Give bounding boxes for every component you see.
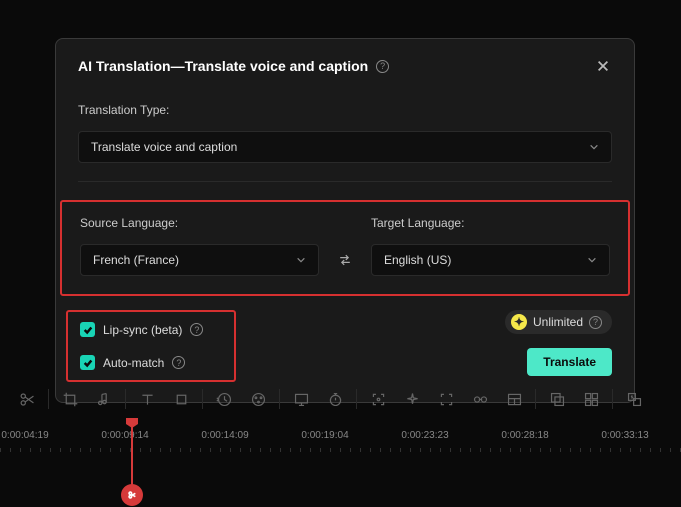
timeline[interactable]: 0:00:04:19 0:00:09:14 0:00:14:09 0:00:19:04… [0, 430, 681, 507]
grid-icon [583, 391, 600, 408]
timer-tool[interactable] [318, 385, 352, 413]
ai-translation-dialog: AI Translation—Translate voice and capti… [55, 38, 635, 403]
auto-match-checkbox[interactable] [80, 355, 95, 370]
separator [48, 389, 49, 409]
checkmark-icon [83, 358, 93, 368]
lip-sync-checkbox-row[interactable]: Lip-sync (beta) ? [80, 322, 222, 337]
ruler-label: 0:00:28:18 [501, 430, 548, 441]
scissors-tool[interactable] [10, 385, 44, 413]
separator [202, 389, 203, 409]
translate-button[interactable]: Translate [527, 348, 612, 376]
crop-icon [62, 391, 79, 408]
color-tool[interactable] [241, 385, 275, 413]
divider [78, 181, 612, 182]
source-language-label: Source Language: [80, 216, 319, 230]
text-icon [139, 391, 156, 408]
swap-languages-button[interactable] [333, 244, 357, 276]
focus-tool[interactable] [361, 385, 395, 413]
audio-tool[interactable] [87, 385, 121, 413]
swap-icon [337, 252, 353, 268]
text-tool[interactable] [130, 385, 164, 413]
dialog-title-wrap: AI Translation—Translate voice and capti… [78, 58, 389, 74]
scissors-icon [127, 490, 137, 500]
ruler-label: 0:00:09:14 [101, 430, 148, 441]
chevron-down-icon [587, 255, 597, 265]
history-icon [216, 391, 233, 408]
right-actions: ✦ Unlimited ? Translate [505, 310, 612, 376]
checkmark-icon [83, 325, 93, 335]
separator [535, 389, 536, 409]
stop-tool[interactable] [164, 385, 198, 413]
ruler-label: 0:00:19:04 [301, 430, 348, 441]
timeline-toolbar [0, 382, 681, 416]
crop-tool[interactable] [53, 385, 87, 413]
timeline-ruler[interactable]: 0:00:04:19 0:00:09:14 0:00:14:09 0:00:19:04… [0, 430, 681, 460]
dialog-title: AI Translation—Translate voice and capti… [78, 58, 368, 74]
help-icon[interactable]: ? [589, 316, 602, 329]
focus-icon [370, 391, 387, 408]
close-icon [596, 59, 610, 73]
help-icon[interactable]: ? [190, 323, 203, 336]
separator [356, 389, 357, 409]
source-language-column: Source Language: French (France) [80, 216, 319, 276]
target-language-column: Target Language: English (US) [371, 216, 610, 276]
lip-sync-checkbox[interactable] [80, 322, 95, 337]
ruler-label: 0:00:14:09 [201, 430, 248, 441]
unlimited-label: Unlimited [533, 315, 583, 329]
chevron-down-icon [589, 142, 599, 152]
ruler-label: 0:00:04:19 [1, 430, 48, 441]
target-language-value: English (US) [384, 253, 451, 267]
palette-icon [250, 391, 267, 408]
playhead[interactable] [131, 420, 133, 500]
translation-type-select[interactable]: Translate voice and caption [78, 131, 612, 163]
screen-tool[interactable] [284, 385, 318, 413]
target-language-select[interactable]: English (US) [371, 244, 610, 276]
music-note-icon [96, 391, 113, 408]
lip-sync-label: Lip-sync (beta) [103, 323, 182, 337]
chevron-down-icon [296, 255, 306, 265]
options-highlight: Lip-sync (beta) ? Auto-match ? [66, 310, 236, 382]
sparkle-icon [404, 391, 421, 408]
expand-icon [438, 391, 455, 408]
translate-icon [626, 391, 643, 408]
layers-icon [549, 391, 566, 408]
translate-tool[interactable] [617, 385, 651, 413]
history-tool[interactable] [207, 385, 241, 413]
grid-tool[interactable] [574, 385, 608, 413]
source-language-select[interactable]: French (France) [80, 244, 319, 276]
separator [125, 389, 126, 409]
ruler-ticks [0, 448, 681, 458]
translation-type-value: Translate voice and caption [91, 140, 237, 154]
ruler-label: 0:00:23:23 [401, 430, 448, 441]
help-icon[interactable]: ? [172, 356, 185, 369]
auto-match-checkbox-row[interactable]: Auto-match ? [80, 355, 222, 370]
options-row: Lip-sync (beta) ? Auto-match ? ✦ Unlimit… [78, 310, 612, 382]
layout-icon [506, 391, 523, 408]
unlimited-badge[interactable]: ✦ Unlimited ? [505, 310, 612, 334]
auto-match-label: Auto-match [103, 356, 164, 370]
separator [279, 389, 280, 409]
playhead-handle[interactable] [121, 484, 143, 506]
layers-tool[interactable] [540, 385, 574, 413]
language-section-highlight: Source Language: French (France) Target … [60, 200, 630, 296]
monitor-icon [293, 391, 310, 408]
separator [612, 389, 613, 409]
close-button[interactable] [594, 57, 612, 75]
language-row: Source Language: French (France) Target … [80, 216, 610, 276]
expand-tool[interactable] [429, 385, 463, 413]
link-icon [472, 391, 489, 408]
plus-circle-icon: ✦ [511, 314, 527, 330]
stopwatch-icon [327, 391, 344, 408]
layout-tool[interactable] [497, 385, 531, 413]
help-icon[interactable]: ? [376, 60, 389, 73]
source-language-value: French (France) [93, 253, 179, 267]
square-icon [173, 391, 190, 408]
dialog-header: AI Translation—Translate voice and capti… [78, 57, 612, 75]
target-language-label: Target Language: [371, 216, 610, 230]
scissors-icon [19, 391, 36, 408]
effects-tool[interactable] [395, 385, 429, 413]
ruler-label: 0:00:33:13 [601, 430, 648, 441]
link-tool[interactable] [463, 385, 497, 413]
translation-type-label: Translation Type: [78, 103, 612, 117]
